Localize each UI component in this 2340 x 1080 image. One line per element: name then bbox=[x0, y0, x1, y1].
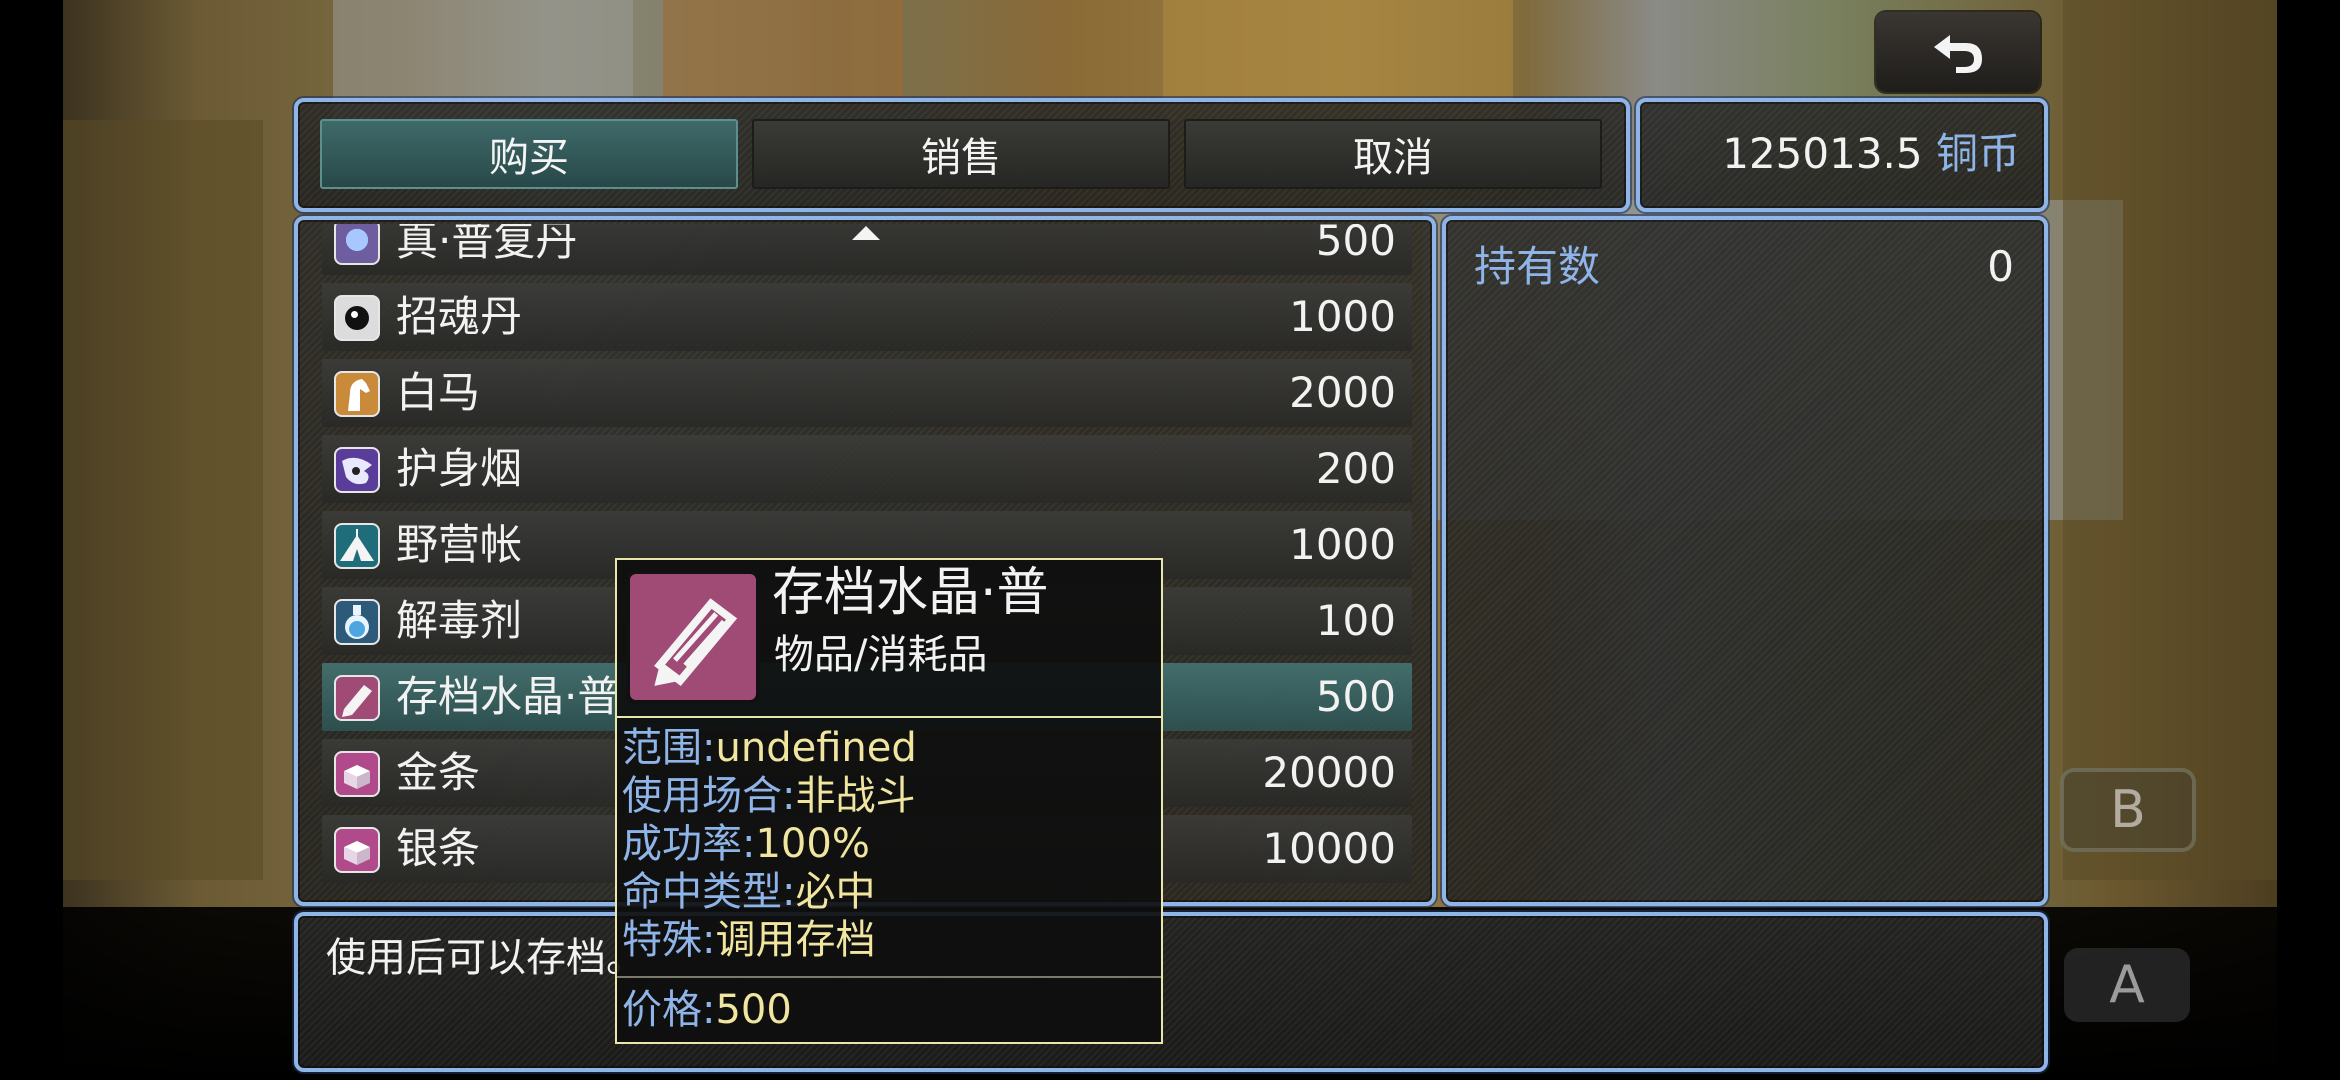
item-price: 1000 bbox=[1289, 520, 1396, 569]
scroll-up-arrow-icon[interactable] bbox=[852, 226, 880, 240]
item-name: 解毒剂 bbox=[396, 596, 523, 645]
item-name: 野营帐 bbox=[396, 520, 523, 569]
item-price: 1000 bbox=[1289, 292, 1396, 341]
item-name: 护身烟 bbox=[396, 444, 523, 493]
tooltip-range-label: 范围: bbox=[622, 725, 716, 771]
gamepad-a-button[interactable]: A bbox=[2064, 948, 2190, 1022]
back-button[interactable] bbox=[1876, 12, 2040, 92]
description-text: 使用后可以存档。 bbox=[326, 935, 646, 981]
list-item[interactable]: 护身烟 200 bbox=[322, 435, 1412, 503]
item-price: 500 bbox=[1315, 224, 1396, 265]
item-price: 20000 bbox=[1262, 748, 1396, 797]
list-item[interactable]: 招魂丹 1000 bbox=[322, 283, 1412, 351]
tooltip-hit-type: 命中类型:必中 bbox=[622, 868, 875, 916]
tooltip-success-rate: 成功率:100% bbox=[622, 820, 870, 868]
money-unit: 铜币 bbox=[1935, 129, 2020, 178]
owned-count-label: 持有数 bbox=[1474, 242, 1601, 291]
item-name: 白马 bbox=[396, 368, 481, 417]
tooltip-price-label: 价格: bbox=[622, 987, 716, 1033]
tooltip-range: 范围:undefined bbox=[622, 724, 917, 772]
tooltip-divider bbox=[617, 716, 1161, 718]
tooltip-special-label: 特殊: bbox=[622, 917, 716, 963]
tooltip-range-value: undefined bbox=[715, 725, 917, 771]
tooltip-item-name: 存档水晶·普 bbox=[772, 563, 1049, 623]
money-display: 125013.5 铜币 bbox=[1650, 119, 2020, 189]
blue-orb-icon bbox=[334, 224, 380, 265]
item-name: 真·普复丹 bbox=[396, 224, 578, 265]
money-amount: 125013.5 bbox=[1722, 129, 1923, 178]
tooltip-success-rate-label: 成功率: bbox=[622, 821, 756, 867]
tooltip-hit-type-value: 必中 bbox=[795, 869, 876, 915]
tooltip-success-rate-value: 100% bbox=[755, 821, 870, 867]
item-price: 100 bbox=[1315, 596, 1396, 645]
list-item[interactable]: 白马 2000 bbox=[322, 359, 1412, 427]
item-price: 500 bbox=[1315, 672, 1396, 721]
item-name: 存档水晶·普 bbox=[396, 672, 620, 721]
item-name: 金条 bbox=[396, 748, 481, 797]
item-price: 2000 bbox=[1289, 368, 1396, 417]
crystal-icon bbox=[334, 675, 380, 721]
horse-icon bbox=[334, 371, 380, 417]
status-window bbox=[1442, 216, 2048, 906]
gamepad-b-button[interactable]: B bbox=[2060, 768, 2196, 852]
tooltip-hit-type-label: 命中类型: bbox=[622, 869, 796, 915]
tooltip-special: 特殊:调用存档 bbox=[622, 916, 875, 964]
smoke-icon bbox=[334, 447, 380, 493]
tooltip-occasion: 使用场合:非战斗 bbox=[622, 772, 915, 820]
tooltip-occasion-label: 使用场合: bbox=[622, 773, 796, 819]
tooltip-occasion-value: 非战斗 bbox=[795, 773, 916, 819]
undo-arrow-icon bbox=[1934, 35, 1982, 73]
tab-buy[interactable]: 购买 bbox=[320, 119, 738, 189]
tooltip-price-divider bbox=[617, 976, 1161, 978]
tent-icon bbox=[334, 523, 380, 569]
tooltip-price: 价格:500 bbox=[622, 986, 792, 1034]
item-price: 10000 bbox=[1262, 824, 1396, 873]
black-pill-icon bbox=[334, 295, 380, 341]
owned-count-value: 0 bbox=[1987, 242, 2014, 291]
item-price: 200 bbox=[1315, 444, 1396, 493]
item-name: 招魂丹 bbox=[396, 292, 523, 341]
tooltip-item-category: 物品/消耗品 bbox=[774, 632, 988, 678]
item-name: 银条 bbox=[396, 824, 481, 873]
flask-icon bbox=[334, 599, 380, 645]
tooltip-price-value: 500 bbox=[715, 987, 792, 1033]
tab-sell[interactable]: 销售 bbox=[752, 119, 1170, 189]
gold-bar-icon bbox=[334, 751, 380, 797]
silver-bar-icon bbox=[334, 827, 380, 873]
tab-cancel[interactable]: 取消 bbox=[1184, 119, 1602, 189]
tooltip-crystal-icon bbox=[626, 570, 760, 704]
tooltip-special-value: 调用存档 bbox=[715, 917, 876, 963]
